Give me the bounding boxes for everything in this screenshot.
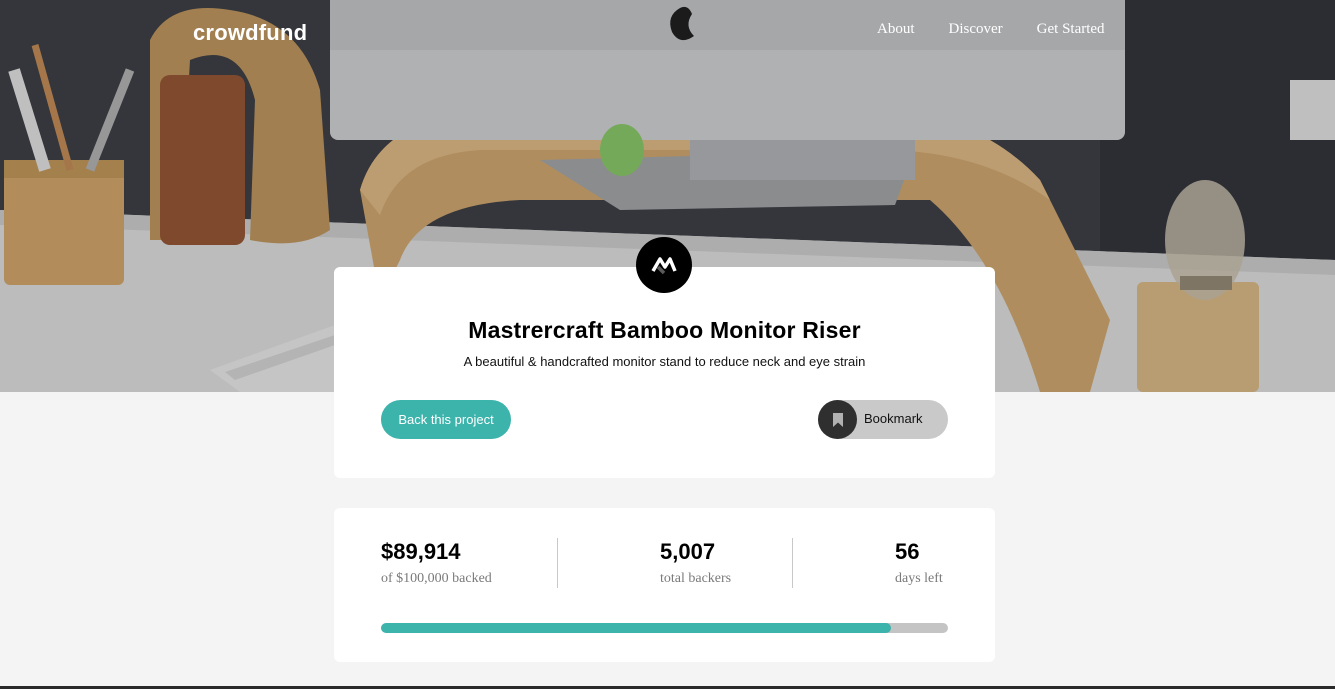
page: crowdfund About Discover Get Started Mas… <box>0 0 1335 689</box>
nav-discover[interactable]: Discover <box>949 21 1003 38</box>
bookmark-icon <box>818 400 857 439</box>
backed-amount: $89,914 <box>381 539 461 564</box>
stat-divider <box>792 538 793 588</box>
stat-backed: $89,914 of $100,000 backed <box>381 539 492 587</box>
bookmark-button[interactable]: Bookmark <box>818 400 948 439</box>
mastercraft-mark <box>651 257 677 275</box>
backers-count: 5,007 <box>660 539 716 564</box>
project-intro-card: Mastrercraft Bamboo Monitor Riser A beau… <box>334 267 995 478</box>
bookmark-label: Bookmark <box>864 411 923 426</box>
funding-progress-fill <box>381 623 891 633</box>
nav-about[interactable]: About <box>877 21 915 38</box>
mastercraft-logo-icon <box>636 237 692 293</box>
backers-label: total backers <box>660 571 732 586</box>
main-nav: About Discover Get Started <box>877 21 1105 38</box>
back-project-button[interactable]: Back this project <box>381 400 511 439</box>
stat-divider <box>557 538 558 588</box>
backed-label: of $100,000 backed <box>381 571 492 586</box>
stat-days-left: 56 days left <box>895 539 943 587</box>
days-left-label: days left <box>895 571 943 586</box>
stat-backers: 5,007 total backers <box>660 539 731 587</box>
site-logo[interactable]: crowdfund <box>193 20 307 46</box>
project-title: Mastrercraft Bamboo Monitor Riser <box>468 317 861 343</box>
project-stats-card: $89,914 of $100,000 backed 5,007 total b… <box>334 508 995 662</box>
days-left-count: 56 <box>895 539 920 564</box>
project-subtitle: A beautiful & handcrafted monitor stand … <box>463 354 866 369</box>
nav-get-started[interactable]: Get Started <box>1037 21 1105 38</box>
funding-progress-bar <box>381 623 948 633</box>
